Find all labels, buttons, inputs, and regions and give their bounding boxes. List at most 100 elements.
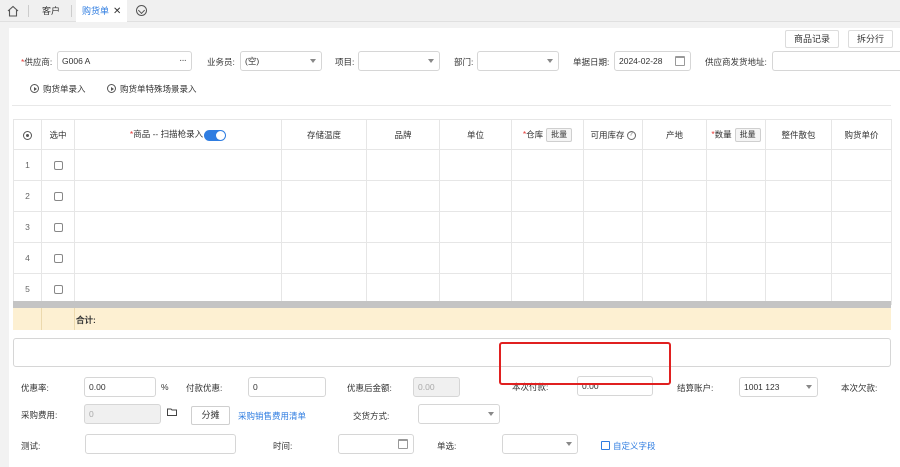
grid-cell[interactable] <box>765 273 832 305</box>
more-icon[interactable]: ··· <box>179 52 187 70</box>
grid-cell[interactable] <box>511 242 584 274</box>
help-icon[interactable]: ? <box>626 130 636 140</box>
close-icon[interactable]: ✕ <box>113 6 121 17</box>
grid-cell[interactable] <box>511 211 584 243</box>
grid-cell[interactable] <box>511 180 584 212</box>
row-select-cell[interactable] <box>41 211 75 243</box>
chevron-circle-icon[interactable] <box>136 5 147 16</box>
supplier-ship-address-field[interactable] <box>772 51 900 71</box>
grid-cell[interactable] <box>74 149 282 181</box>
grid-cell[interactable] <box>765 149 832 181</box>
settings-icon[interactable] <box>23 130 32 140</box>
row-select-cell[interactable] <box>41 149 75 181</box>
folder-icon[interactable] <box>167 408 177 416</box>
grid-cell[interactable] <box>831 211 892 243</box>
grid-cell[interactable] <box>765 242 832 274</box>
payment-discount-value: 0 <box>253 382 258 392</box>
grid-cell[interactable] <box>642 242 707 274</box>
payment-discount-input[interactable]: 0 <box>248 377 326 397</box>
tab-purchase-order[interactable]: 购货单 ✕ <box>76 0 128 22</box>
grid-cell[interactable] <box>583 180 643 212</box>
row-select-cell[interactable] <box>41 273 75 305</box>
grid-cell[interactable] <box>281 211 367 243</box>
grid-cell[interactable] <box>439 242 512 274</box>
grid-cell[interactable] <box>281 180 367 212</box>
project-select[interactable] <box>358 51 440 71</box>
grid-cell[interactable] <box>439 211 512 243</box>
grid-cell[interactable] <box>765 180 832 212</box>
grid-cell[interactable] <box>439 273 512 305</box>
grid-cell[interactable] <box>74 211 282 243</box>
test-input[interactable] <box>85 434 236 454</box>
grid-cell[interactable] <box>366 180 440 212</box>
delivery-method-select[interactable] <box>418 404 500 424</box>
grid-cell[interactable] <box>281 242 367 274</box>
grid-cell[interactable] <box>706 273 766 305</box>
supplier-field[interactable]: G006 A ··· <box>57 51 192 71</box>
grid-cell[interactable] <box>583 242 643 274</box>
grid-cell[interactable] <box>281 149 367 181</box>
calendar-icon[interactable] <box>398 439 408 449</box>
grid-cell[interactable] <box>511 149 584 181</box>
grid-cell[interactable] <box>366 149 440 181</box>
grid-cell[interactable] <box>439 180 512 212</box>
grid-cell[interactable] <box>439 149 512 181</box>
warehouse-batch-button[interactable]: 批量 <box>546 127 573 142</box>
product-record-button[interactable]: 商品记录 <box>785 30 840 48</box>
grid-cell[interactable] <box>74 242 282 274</box>
grid-cell[interactable] <box>583 273 643 305</box>
grid-cell[interactable] <box>765 211 832 243</box>
tab-purchase-order-label: 购货单 <box>82 6 110 16</box>
row-checkbox[interactable] <box>53 161 63 171</box>
grid-cell[interactable] <box>642 211 707 243</box>
row-select-cell[interactable] <box>41 242 75 274</box>
column-settings[interactable] <box>13 119 42 150</box>
grid-cell[interactable] <box>366 273 440 305</box>
row-select-cell[interactable] <box>41 180 75 212</box>
grid-cell[interactable] <box>706 149 766 181</box>
home-icon[interactable] <box>6 4 20 18</box>
grid-cell[interactable] <box>583 211 643 243</box>
grid-cell[interactable] <box>366 211 440 243</box>
grid-cell[interactable] <box>831 242 892 274</box>
grid-cell[interactable] <box>281 273 367 305</box>
department-select[interactable] <box>477 51 559 71</box>
row-checkbox[interactable] <box>53 192 63 202</box>
custom-field-link[interactable]: 自定义字段 <box>601 440 656 452</box>
special-entry-button[interactable]: 购货单特殊场景录入 <box>107 83 197 95</box>
grid-cell[interactable] <box>706 211 766 243</box>
time-field[interactable] <box>338 434 414 454</box>
grid-cell[interactable] <box>511 273 584 305</box>
grid-cell[interactable] <box>642 149 707 181</box>
grid-cell[interactable] <box>583 149 643 181</box>
document-date-field[interactable]: 2024-02-28 <box>614 51 691 71</box>
fee-list-link[interactable]: 采购销售费用清单 <box>238 410 306 422</box>
column-unit-price: 购货单价 <box>831 119 892 150</box>
row-checkbox[interactable] <box>53 254 63 264</box>
salesman-select[interactable]: (空) <box>240 51 322 71</box>
row-checkbox[interactable] <box>53 285 63 295</box>
calendar-icon[interactable] <box>675 56 685 66</box>
single-select[interactable] <box>502 434 578 454</box>
remark-input[interactable] <box>13 338 891 367</box>
grid-cell[interactable] <box>74 180 282 212</box>
share-button[interactable]: 分摊 <box>191 406 230 425</box>
settlement-account-select[interactable]: 1001 123 <box>739 377 818 397</box>
grid-cell[interactable] <box>642 273 707 305</box>
quantity-batch-button[interactable]: 批量 <box>734 127 761 142</box>
scanner-toggle[interactable] <box>204 129 227 141</box>
grid-cell[interactable] <box>74 273 282 305</box>
grid-cell[interactable] <box>706 242 766 274</box>
purchase-entry-button[interactable]: 购货单录入 <box>30 83 86 95</box>
grid-cell[interactable] <box>642 180 707 212</box>
horizontal-scrollbar[interactable] <box>13 301 891 308</box>
grid-cell[interactable] <box>831 149 892 181</box>
tab-customer[interactable]: 客户 <box>42 0 60 22</box>
grid-cell[interactable] <box>831 180 892 212</box>
grid-cell[interactable] <box>831 273 892 305</box>
grid-cell[interactable] <box>366 242 440 274</box>
discount-rate-input[interactable]: 0.00 <box>84 377 156 397</box>
row-checkbox[interactable] <box>53 223 63 233</box>
split-row-button[interactable]: 拆分行 <box>848 30 894 48</box>
grid-cell[interactable] <box>706 180 766 212</box>
